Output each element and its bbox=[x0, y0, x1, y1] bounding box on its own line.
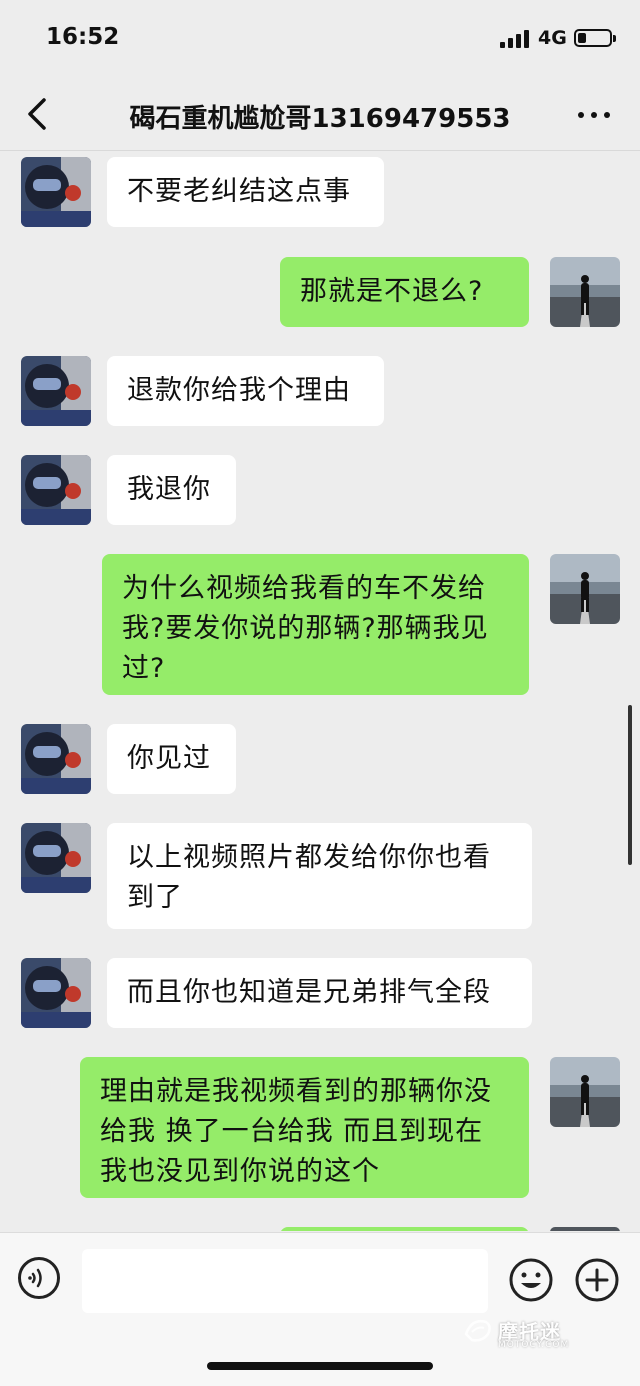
message-input[interactable] bbox=[82, 1249, 488, 1313]
voice-icon[interactable] bbox=[18, 1257, 60, 1299]
watermark-icon bbox=[464, 1320, 491, 1342]
contact-avatar[interactable] bbox=[21, 157, 91, 227]
contact-avatar[interactable] bbox=[21, 455, 91, 525]
more-dots-icon[interactable] bbox=[574, 100, 614, 130]
watermark-logo: 摩托迷 MOTOCY.COM bbox=[462, 1312, 592, 1352]
scroll-indicator[interactable] bbox=[628, 705, 632, 865]
message-bubble[interactable]: 退款你给我个理由 bbox=[107, 356, 384, 426]
my-avatar[interactable] bbox=[550, 554, 620, 624]
chat-title: 碣石重机尴尬哥13169479553 bbox=[129, 104, 511, 134]
my-avatar[interactable] bbox=[550, 1057, 620, 1127]
emoji-icon[interactable] bbox=[508, 1257, 554, 1303]
message-bubble[interactable]: 理由就是我视频看到的那辆你没给我 换了一台给我 而且到现在我也没见到你说的这个 bbox=[80, 1057, 529, 1198]
battery-level bbox=[578, 33, 586, 43]
watermark-subtext: MOTOCY.COM bbox=[498, 1340, 570, 1350]
message-bubble[interactable]: 为什么视频给我看的车不发给我?要发你说的那辆?那辆我见过? bbox=[102, 554, 529, 695]
battery-icon bbox=[574, 29, 616, 47]
message-bubble[interactable]: 你见过 bbox=[107, 724, 236, 794]
message-list[interactable]: 不要老纠结这点事 那就是不退么? 退款你给我个理由 我退你 为什么视频给我看的车… bbox=[0, 151, 640, 1231]
contact-avatar[interactable] bbox=[21, 724, 91, 794]
message-bubble-partial[interactable] bbox=[280, 1227, 529, 1231]
message-bubble[interactable]: 那就是不退么? bbox=[280, 257, 529, 327]
message-bubble[interactable]: 我退你 bbox=[107, 455, 236, 525]
signal-icon bbox=[500, 30, 530, 48]
home-indicator[interactable] bbox=[207, 1362, 433, 1370]
my-avatar-partial[interactable] bbox=[550, 1227, 620, 1231]
contact-avatar[interactable] bbox=[21, 958, 91, 1028]
chat-header: 碣石重机尴尬哥13169479553 bbox=[0, 80, 640, 151]
plus-icon[interactable] bbox=[574, 1257, 620, 1303]
message-bubble[interactable]: 不要老纠结这点事 bbox=[107, 157, 384, 227]
message-bubble[interactable]: 以上视频照片都发给你你也看到了 bbox=[107, 823, 532, 929]
my-avatar[interactable] bbox=[550, 257, 620, 327]
message-bubble[interactable]: 而且你也知道是兄弟排气全段 bbox=[107, 958, 532, 1028]
contact-avatar[interactable] bbox=[21, 356, 91, 426]
status-time: 16:52 bbox=[46, 24, 120, 50]
status-bar: 16:52 4G bbox=[0, 0, 640, 80]
contact-avatar[interactable] bbox=[21, 823, 91, 893]
network-type: 4G bbox=[538, 27, 567, 49]
